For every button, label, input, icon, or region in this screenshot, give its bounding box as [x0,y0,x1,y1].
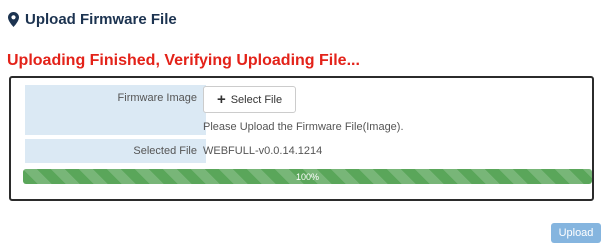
upload-status-message: Uploading Finished, Verifying Uploading … [7,52,360,69]
upload-button[interactable]: Upload [551,223,601,243]
plus-icon: + [216,91,226,108]
map-marker-icon [8,11,19,27]
progress-label: 100% [295,171,320,182]
upload-progress-bar: 100% [23,169,592,184]
progress-fill: 100% [23,169,592,184]
page-heading: Upload Firmware File [8,8,177,30]
select-file-label: Select File [230,93,283,106]
selected-file-label: Selected File [25,139,206,163]
selected-file-value: WEBFULL-v0.0.14.1214 [203,145,323,157]
firmware-image-label: Firmware Image [25,85,206,135]
upload-hint: Please Upload the Firmware File(Image). [203,121,404,133]
select-file-button[interactable]: + Select File [203,86,296,113]
page-title: Upload Firmware File [25,10,177,28]
